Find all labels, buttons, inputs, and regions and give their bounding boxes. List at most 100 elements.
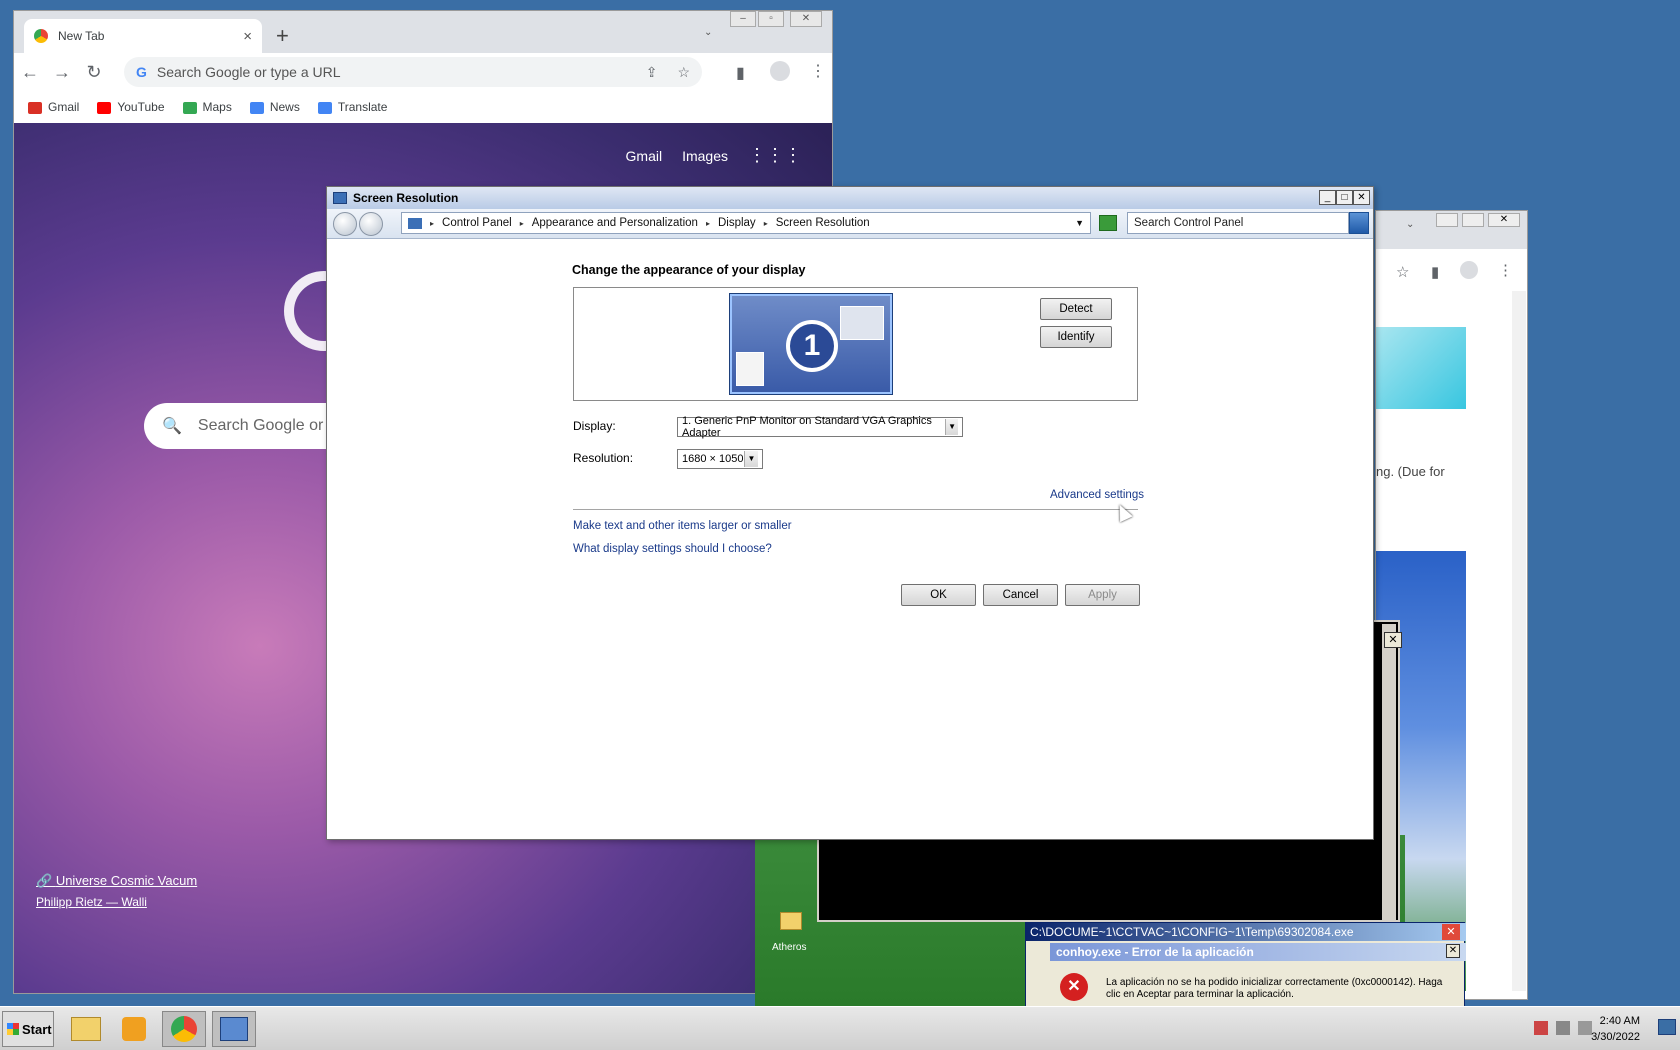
monitor-number: 1 — [786, 320, 838, 372]
tab-search-icon[interactable]: ⌄ — [704, 27, 712, 38]
bookmark-news[interactable]: News — [249, 100, 300, 114]
display-select[interactable]: 1. Generic PnP Monitor on Standard VGA G… — [677, 415, 963, 439]
page-heading: Change the appearance of your display — [572, 263, 806, 277]
search-icon: 🔍 — [162, 418, 182, 435]
window-title: Screen Resolution — [353, 191, 459, 205]
bookmark-translate[interactable]: Translate — [317, 100, 387, 114]
window-thumbnail — [736, 352, 764, 386]
error-icon: ✕ — [1060, 973, 1088, 1001]
bookmark-star-icon[interactable]: ☆ — [677, 64, 690, 81]
taskbar-control-panel[interactable] — [212, 1011, 256, 1047]
show-desktop-button[interactable] — [1658, 1019, 1676, 1035]
crumb-appearance[interactable]: Appearance and Personalization — [532, 217, 698, 229]
second-side-panel-icon[interactable]: ▮ — [1431, 263, 1439, 281]
images-link[interactable]: Images — [682, 148, 728, 164]
error-close-icon[interactable]: ✕ — [1446, 944, 1460, 958]
back-icon[interactable]: ← — [14, 62, 46, 83]
chevron-down-icon: ▼ — [945, 419, 958, 435]
crumb-display[interactable]: Display — [718, 217, 756, 229]
search-control-panel-input[interactable]: Search Control Panel — [1127, 212, 1349, 234]
forward-button[interactable] — [359, 212, 383, 236]
second-menu-icon[interactable]: ⋮ — [1498, 261, 1513, 279]
cancel-button[interactable]: Cancel — [983, 584, 1058, 606]
minimize-button[interactable]: – — [730, 11, 756, 27]
translate-icon — [317, 101, 332, 114]
display-label: Display: — [573, 419, 616, 433]
divider — [573, 509, 1138, 510]
second-minimize-button[interactable] — [1436, 213, 1458, 227]
second-profile-avatar[interactable] — [1460, 261, 1478, 279]
apps-grid-icon[interactable]: ⋮⋮⋮ — [748, 145, 802, 166]
monitor-1[interactable]: 1 — [730, 294, 892, 394]
close-button[interactable]: ✕ — [1353, 190, 1370, 205]
refresh-icon[interactable] — [1099, 215, 1117, 231]
reload-icon[interactable]: ↻ — [78, 62, 110, 83]
forward-icon[interactable]: → — [46, 62, 78, 83]
display-help-link[interactable]: What display settings should I choose? — [573, 543, 772, 555]
search-icon[interactable] — [1349, 212, 1369, 234]
taskbar-explorer[interactable] — [64, 1011, 108, 1047]
bookmark-youtube[interactable]: YouTube — [97, 100, 165, 114]
address-bar: ▸ Control Panel ▸ Appearance and Persona… — [327, 209, 1373, 239]
second-close-button[interactable]: ✕ — [1488, 213, 1520, 227]
news-icon — [249, 101, 264, 114]
menu-icon[interactable]: ⋮ — [810, 61, 826, 81]
taskbar-media-player[interactable] — [112, 1011, 156, 1047]
chrome-icon — [34, 29, 48, 43]
console-scrollbar[interactable] — [1382, 624, 1396, 920]
second-scrollbar[interactable] — [1512, 291, 1526, 991]
second-restore-button[interactable] — [1462, 213, 1484, 227]
action-center-icon[interactable] — [1534, 1021, 1548, 1035]
share-icon[interactable]: ⇪ — [646, 64, 658, 81]
display-select-value: 1. Generic PnP Monitor on Standard VGA G… — [682, 415, 932, 439]
identify-button[interactable]: Identify — [1040, 326, 1112, 348]
profile-avatar[interactable] — [770, 61, 790, 81]
resolution-select[interactable]: 1680 × 1050 ▼ — [677, 449, 763, 469]
crumb-control-panel[interactable]: Control Panel — [442, 217, 512, 229]
text-size-link[interactable]: Make text and other items larger or smal… — [573, 520, 792, 532]
console-close-icon[interactable]: ✕ — [1384, 632, 1402, 648]
tab-title: New Tab — [58, 29, 105, 43]
bookmark-gmail[interactable]: Gmail — [28, 100, 79, 114]
second-star-icon[interactable]: ☆ — [1396, 263, 1409, 281]
start-button[interactable]: Start — [2, 1011, 54, 1047]
taskbar-chrome[interactable] — [162, 1011, 206, 1047]
maximize-button[interactable]: □ — [1336, 190, 1353, 205]
restore-button[interactable]: ▫ — [758, 11, 784, 27]
detect-button[interactable]: Detect — [1040, 298, 1112, 320]
back-button[interactable] — [333, 212, 357, 236]
folder-icon[interactable] — [780, 912, 802, 930]
ok-button[interactable]: OK — [901, 584, 976, 606]
youtube-icon — [97, 101, 112, 114]
gmail-icon — [28, 101, 42, 114]
google-top-links: Gmail Images ⋮⋮⋮ — [626, 145, 802, 166]
apply-button[interactable]: Apply — [1065, 584, 1140, 606]
second-tab-search-icon[interactable]: ⌄ — [1406, 219, 1414, 230]
minimize-button[interactable]: _ — [1319, 190, 1336, 205]
new-tab-button[interactable]: + — [276, 23, 289, 49]
error-close-red-icon[interactable]: ✕ — [1442, 924, 1460, 940]
background-author-link[interactable]: Philipp Rietz — Walli — [36, 895, 147, 909]
monitor-preview-box: 1 Detect Identify — [573, 287, 1138, 401]
omnibox-placeholder: Search Google or type a URL — [156, 64, 341, 80]
media-player-icon — [122, 1017, 146, 1041]
control-panel-icon — [408, 217, 422, 229]
error-message: La aplicación no se ha podido inicializa… — [1106, 977, 1443, 1000]
breadcrumb-dropdown-icon[interactable]: ▼ — [1075, 218, 1084, 228]
chrome-icon — [171, 1016, 197, 1042]
chrome-tab[interactable]: New Tab × — [24, 19, 262, 53]
background-credit-link[interactable]: 🔗 Universe Cosmic Vacum — [36, 873, 197, 889]
omnibox[interactable]: G Search Google or type a URL ⇪ ☆ — [124, 57, 702, 87]
gmail-link[interactable]: Gmail — [626, 148, 663, 164]
close-button[interactable]: ✕ — [790, 11, 822, 27]
crumb-screen-resolution[interactable]: Screen Resolution — [776, 217, 870, 229]
side-panel-icon[interactable]: ▮ — [736, 63, 745, 83]
bookmark-maps[interactable]: Maps — [182, 100, 232, 114]
system-clock[interactable]: 2:40 AM 3/30/2022 — [1591, 1013, 1640, 1045]
network-icon[interactable] — [1556, 1021, 1570, 1035]
tab-close-icon[interactable]: × — [243, 28, 252, 45]
volume-icon[interactable] — [1578, 1021, 1592, 1035]
maps-icon — [182, 101, 197, 114]
advanced-settings-link[interactable]: Advanced settings — [1050, 489, 1144, 501]
breadcrumb[interactable]: ▸ Control Panel ▸ Appearance and Persona… — [401, 212, 1091, 234]
